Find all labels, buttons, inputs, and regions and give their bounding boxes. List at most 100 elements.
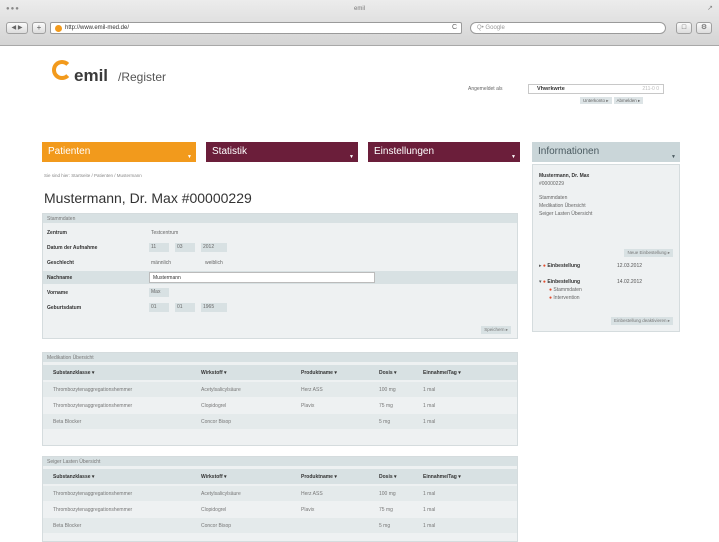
cell: 100 mg <box>379 491 396 497</box>
cell: Herz ASS <box>301 491 323 497</box>
cell: Acetylsalicylsäure <box>201 491 241 497</box>
cell: Acetylsalicylsäure <box>201 387 241 393</box>
back-forward-buttons[interactable]: ◀ ▶ <box>6 22 28 34</box>
table-row[interactable]: Thrombozytenaggregationshemmer Clopidogr… <box>43 502 517 517</box>
cell: Concor Bisop <box>201 419 232 425</box>
status-dot-icon: ● <box>549 287 553 293</box>
table-row[interactable]: Thrombozytenaggregationshemmer Clopidogr… <box>43 398 517 413</box>
tab-einstellungen[interactable]: Einstellungen ▼ <box>368 142 520 162</box>
table-row[interactable]: Thrombozytenaggregationshemmer Acetylsal… <box>43 486 517 501</box>
vorname-field[interactable]: Max <box>149 288 169 297</box>
login-label: Angemeldet als <box>468 86 503 92</box>
new-admission-button[interactable]: Neue Einbestellung ▸ <box>624 249 673 257</box>
field-label: Vorname <box>47 290 69 296</box>
info-link-medikation[interactable]: Medikation Übersicht <box>539 203 586 209</box>
reload-icon[interactable]: C <box>452 24 457 31</box>
table-header: Substanzklasse ▾ Wirkstoff ▾ Produktname… <box>43 469 517 484</box>
col-dosis[interactable]: Dosis ▾ <box>379 474 397 480</box>
cell: Herz ASS <box>301 387 323 393</box>
col-substanzklasse[interactable]: Substanzklasse ▾ <box>53 474 94 480</box>
chevron-down-icon: ▼ <box>349 154 354 160</box>
subaccount-link[interactable]: Unterkonto ▸ <box>580 97 612 104</box>
browser-chrome: ●●● emil ↗ ◀ ▶ + http://www.emil-med.de/… <box>0 0 719 46</box>
cell: Thrombozytenaggregationshemmer <box>53 507 133 513</box>
cell: 1 mal <box>423 507 436 513</box>
table-row[interactable]: Beta Blocker Concor Bisop 5 mg 1 mal <box>43 518 517 533</box>
admission-label: Einbestellung <box>547 279 581 285</box>
add-tab-button[interactable]: + <box>32 22 46 34</box>
col-produktname[interactable]: Produktname ▾ <box>301 474 337 480</box>
medication-panel: Medikation Übersicht Substanzklasse ▾ Wi… <box>42 352 518 446</box>
tab-informationen[interactable]: Informationen ▼ <box>532 142 680 162</box>
stammdaten-panel: Stammdaten Zentrum Testcentrum Datum der… <box>42 213 518 339</box>
birth-year-select[interactable]: 1965 <box>201 303 227 312</box>
row-nachname: Nachname Mustermann <box>43 271 517 284</box>
medication2-heading: Seiger Lasten Übersicht <box>43 457 517 466</box>
admission-sub-stammdaten[interactable]: ● Stammdaten <box>549 287 582 293</box>
search-placeholder: Q• Google <box>477 25 505 31</box>
tab-einstellungen-label: Einstellungen <box>374 146 435 157</box>
row-geschlecht: Geschlecht männlich weiblich <box>43 256 517 269</box>
info-panel: Mustermann, Dr. Max #00000229 Stammdaten… <box>532 164 680 332</box>
bookmarks-button[interactable]: □ <box>676 22 692 34</box>
info-patient-id: #00000229 <box>539 181 565 187</box>
cell: Clopidogrel <box>201 403 227 409</box>
info-link-lasten[interactable]: Seiger Lasten Übersicht <box>539 211 592 217</box>
user-links: Unterkonto ▸ Abmelden ▸ <box>578 97 644 104</box>
zentrum-value[interactable]: Testcentrum <box>151 230 178 236</box>
tab-patienten[interactable]: Patienten ▼ <box>42 142 196 162</box>
save-button[interactable]: Speichern ▸ <box>481 326 511 334</box>
col-dosis[interactable]: Dosis ▾ <box>379 370 397 376</box>
row-vorname: Vorname Max <box>43 286 517 299</box>
cell: 1 mal <box>423 403 436 409</box>
field-label: Geburtsdatum <box>47 305 82 311</box>
field-label: Geschlecht <box>47 260 74 266</box>
col-produktname[interactable]: Produktname ▾ <box>301 370 337 376</box>
col-einnahme[interactable]: Einnahme/Tag ▾ <box>423 474 461 480</box>
row-geburtsdatum: Geburtsdatum 01 01 1965 <box>43 301 517 314</box>
admission-item[interactable]: ▾ ● Einbestellung 14.02.2012 <box>539 279 642 285</box>
user-name: Vhwrkwrte <box>537 86 565 92</box>
col-einnahme[interactable]: Einnahme/Tag ▾ <box>423 370 461 376</box>
tab-statistik[interactable]: Statistik ▼ <box>206 142 358 162</box>
table-row[interactable]: Beta Blocker Concor Bisop 5 mg 1 mal <box>43 414 517 429</box>
chevron-down-icon: ▼ <box>187 154 192 160</box>
search-input[interactable]: Q• Google <box>470 22 666 34</box>
table-header: Substanzklasse ▾ Wirkstoff ▾ Produktname… <box>43 365 517 380</box>
settings-button[interactable]: ⚙ <box>696 22 712 34</box>
row-zentrum: Zentrum Testcentrum <box>43 226 517 239</box>
logout-link[interactable]: Abmelden ▸ <box>613 97 644 104</box>
deactivate-admission-button[interactable]: Einbestellung deaktivieren ▸ <box>610 317 673 325</box>
aufnahme-year-select[interactable]: 2012 <box>201 243 227 252</box>
cell: 5 mg <box>379 523 391 529</box>
aufnahme-day-select[interactable]: 11 <box>149 243 169 252</box>
cell: Thrombozytenaggregationshemmer <box>53 403 133 409</box>
tab-patienten-label: Patienten <box>48 146 91 157</box>
table-row[interactable]: Thrombozytenaggregationshemmer Acetylsal… <box>43 382 517 397</box>
cell: 75 mg <box>379 507 393 513</box>
col-wirkstoff[interactable]: Wirkstoff ▾ <box>201 370 227 376</box>
breadcrumb[interactable]: Sie sind hier: Startseite / Patienten / … <box>44 173 142 178</box>
resize-icon[interactable]: ↗ <box>707 4 713 12</box>
address-bar[interactable]: http://www.emil-med.de/ C <box>50 22 462 34</box>
admission-date: 12.03.2012 <box>617 263 643 269</box>
birth-month-select[interactable]: 01 <box>175 303 195 312</box>
aufnahme-month-select[interactable]: 03 <box>175 243 195 252</box>
gender-female-option[interactable]: weiblich <box>205 260 223 266</box>
admission-item[interactable]: ▸ ● Einbestellung 12.03.2012 <box>539 263 642 269</box>
col-substanzklasse[interactable]: Substanzklasse ▾ <box>53 370 94 376</box>
admission-label: Einbestellung <box>547 263 581 269</box>
chevron-down-icon: ▼ <box>671 154 676 160</box>
info-link-stammdaten[interactable]: Stammdaten <box>539 195 567 201</box>
admission-sub-intervention[interactable]: ● Intervention <box>549 295 580 301</box>
favicon-icon <box>55 25 62 32</box>
col-wirkstoff[interactable]: Wirkstoff ▾ <box>201 474 227 480</box>
subitem-label: Intervention <box>553 295 580 301</box>
cell: Plavix <box>301 507 315 513</box>
page-title: Mustermann, Dr. Max #00000229 <box>44 190 252 206</box>
user-select[interactable]: Vhwrkwrte 211-0 0 <box>528 84 664 94</box>
gender-male-option[interactable]: männlich <box>151 260 171 266</box>
nachname-field[interactable]: Mustermann <box>149 272 375 283</box>
birth-day-select[interactable]: 01 <box>149 303 169 312</box>
status-dot-icon: ● <box>549 295 553 301</box>
